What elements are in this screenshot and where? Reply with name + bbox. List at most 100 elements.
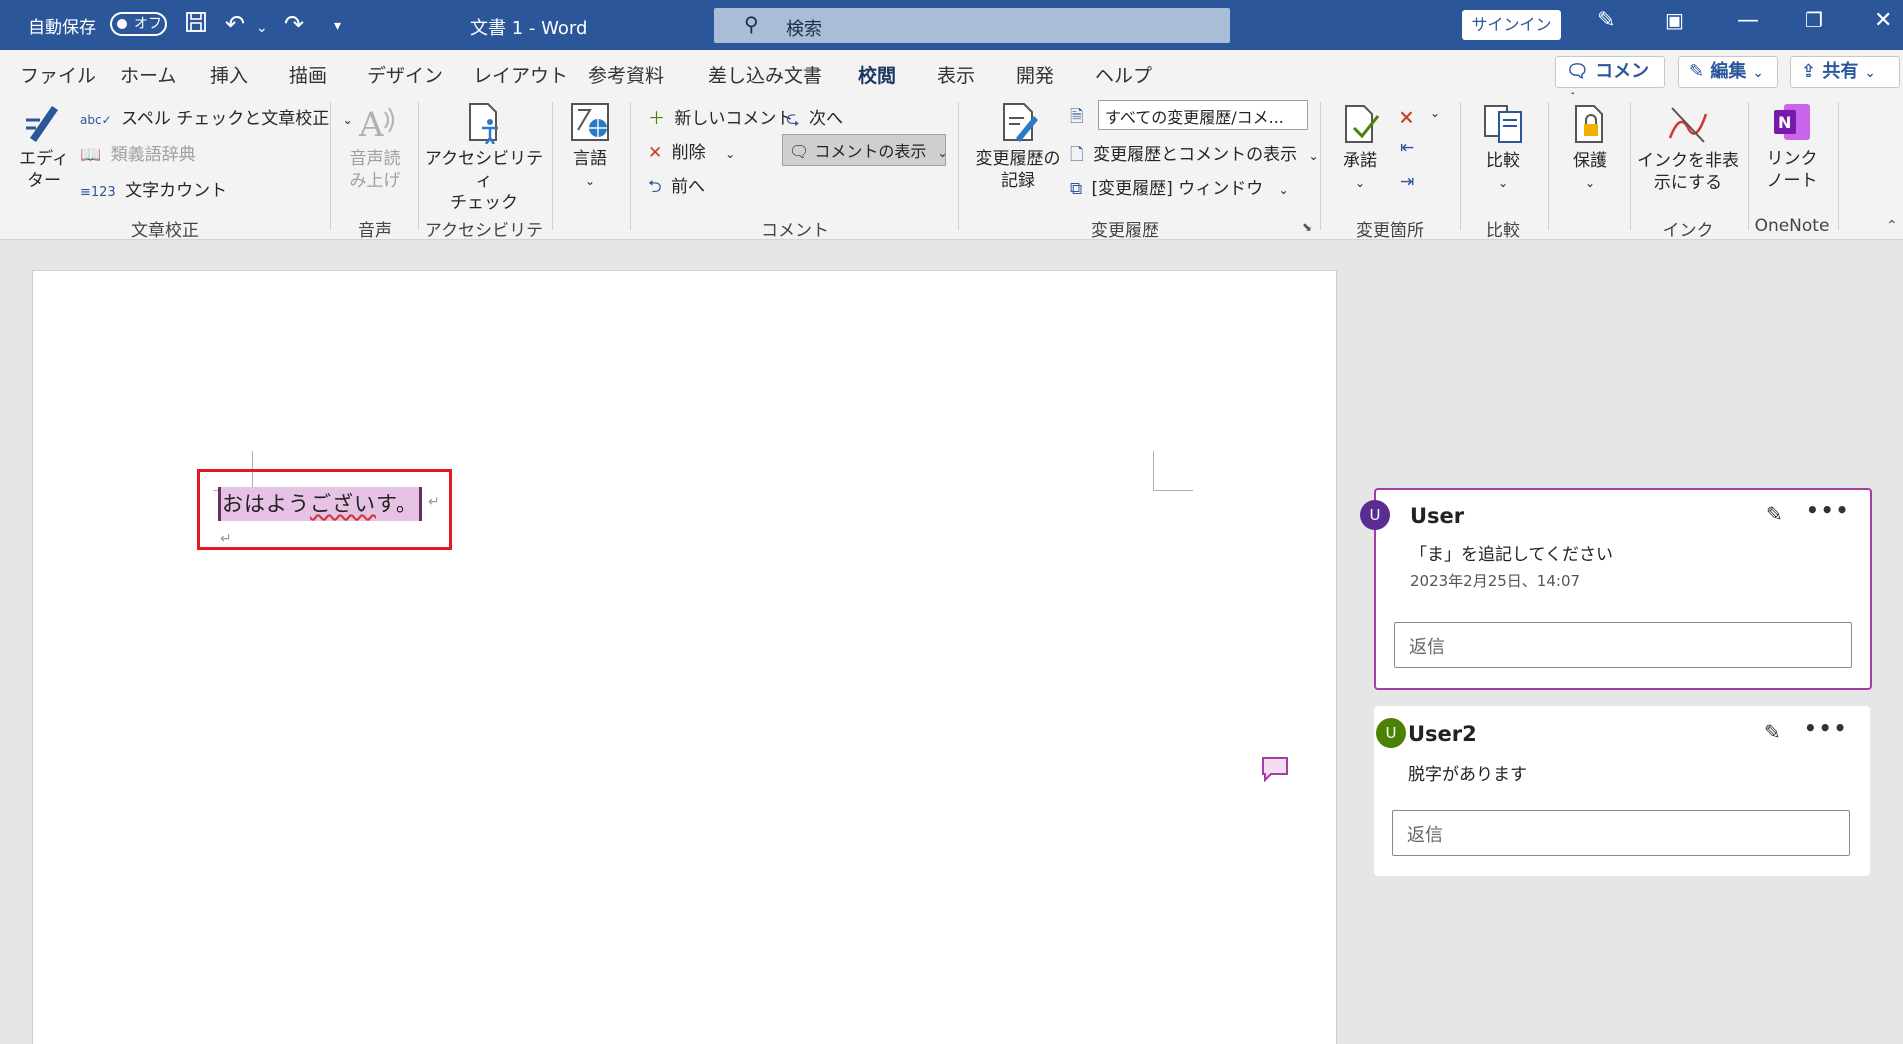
search-box[interactable]: ⚲ 検索 <box>714 8 1230 43</box>
tab-help[interactable]: ヘルプ <box>1095 61 1152 88</box>
share-button[interactable]: ⇪ 共有 ⌄ <box>1790 56 1900 88</box>
more-options-icon[interactable]: ••• <box>1806 498 1850 522</box>
collapse-ribbon-icon[interactable]: ⌃ <box>1886 218 1898 234</box>
redo-icon[interactable]: ↷ <box>284 10 304 38</box>
chevron-down-icon: ⌄ <box>1864 66 1876 81</box>
reply-input[interactable]: 返信 <box>1392 810 1850 856</box>
accept-button[interactable]: 承諾 ⌄ <box>1332 102 1388 194</box>
protect-lock-icon <box>1575 105 1603 143</box>
hide-ink-button[interactable]: インクを非表 示にする <box>1636 102 1740 194</box>
markup-select-value: すべての変更履歴/コメ... <box>1105 108 1284 127</box>
margin-corner-mark <box>1153 451 1193 491</box>
autosave-toggle[interactable]: オフ <box>110 12 167 36</box>
ribbon: エディ ター abc✓ スペル チェックと文章校正 ⌄ 📖 類義語辞典 ≡123… <box>0 94 1903 266</box>
comment-marker-icon[interactable] <box>1261 756 1289 783</box>
read-aloud-button[interactable]: A 音声読 み上げ <box>340 100 410 192</box>
comment-author: User2 <box>1408 722 1477 746</box>
ribbon-display-options-icon[interactable]: ▣ <box>1665 8 1684 32</box>
save-icon[interactable] <box>184 10 208 40</box>
thesaurus-button[interactable]: 📖 類義語辞典 <box>80 140 196 165</box>
markup-select[interactable]: すべての変更履歴/コメ... <box>1098 100 1308 130</box>
track-changes-icon <box>1003 103 1038 142</box>
reject-icon[interactable]: 🗙 <box>1400 104 1413 133</box>
edit-comment-icon[interactable]: ✎ <box>1766 502 1783 526</box>
spell-check-button[interactable]: abc✓ スペル チェックと文章校正 ⌄ <box>80 104 353 129</box>
chevron-down-icon: ⌄ <box>1752 66 1764 81</box>
comment-text: 脱字があります <box>1408 765 1527 785</box>
close-icon[interactable]: ✕ <box>1874 8 1892 33</box>
read-aloud-icon: A <box>358 105 394 144</box>
show-markup-button[interactable]: 🗋 変更履歴とコメントの表示 ⌄ <box>1070 140 1319 171</box>
new-comment-label: 新しいコメント <box>674 109 794 129</box>
comments-button[interactable]: 🗨 コメント <box>1555 56 1665 112</box>
tab-review[interactable]: 校閲 <box>858 61 897 98</box>
accept-icon <box>1345 105 1380 143</box>
tab-layout[interactable]: レイアウト <box>473 61 568 88</box>
editing-mode-button[interactable]: ✎ 編集 ⌄ <box>1678 56 1778 88</box>
search-icon: ⚲ <box>744 12 759 36</box>
tab-view[interactable]: 表示 <box>937 61 975 88</box>
word-count-button[interactable]: ≡123 文字カウント <box>80 176 227 201</box>
ribbon-separator <box>330 102 331 230</box>
tab-home[interactable]: ホーム <box>120 61 176 88</box>
linked-notes-button[interactable]: N リンク ノート <box>1752 100 1832 192</box>
thesaurus-label: 類義語辞典 <box>110 145 196 165</box>
tab-insert[interactable]: 挿入 <box>210 61 248 88</box>
document-title: 文書 1 - Word <box>470 18 588 39</box>
editor-icon <box>26 106 58 142</box>
chevron-down-icon: ⌄ <box>1308 149 1319 163</box>
ribbon-separator <box>418 102 419 230</box>
reviewing-pane-button[interactable]: ⧉ [変更履歴] ウィンドウ ⌄ <box>1070 174 1289 199</box>
editor-label: エディ ター <box>19 149 69 191</box>
edit-comment-icon[interactable]: ✎ <box>1764 720 1781 744</box>
tab-file[interactable]: ファイル <box>20 61 96 88</box>
show-comments-button[interactable]: 🗨 コメントの表示 ⌄ <box>782 134 946 166</box>
group-label-comments: コメント <box>761 221 829 241</box>
accept-label: 承諾 <box>1343 151 1377 171</box>
undo-icon[interactable]: ↶ <box>225 10 245 38</box>
show-markup-icon: 🗋 <box>1070 145 1084 165</box>
tab-references[interactable]: 参考資料 <box>588 61 664 88</box>
group-label-tracking: 変更履歴 <box>1091 221 1159 241</box>
previous-change-icon[interactable]: ⇤ <box>1400 138 1414 158</box>
tab-developer[interactable]: 開発 <box>1016 61 1054 88</box>
next-change-icon[interactable]: ⇥ <box>1400 172 1414 192</box>
minimize-icon[interactable]: — <box>1737 8 1759 33</box>
svg-text:N: N <box>1778 113 1791 132</box>
delete-comment-button[interactable]: ✕ 削除 ⌄ <box>648 138 735 163</box>
tab-mailings[interactable]: 差し込み文書 <box>708 61 822 88</box>
undo-dropdown-icon[interactable]: ⌄ <box>256 14 268 42</box>
signin-button[interactable]: サインイン <box>1462 10 1561 40</box>
dialog-launcher-icon[interactable]: ⬊ <box>1302 220 1312 234</box>
pen-icon[interactable]: ✎ <box>1597 8 1615 33</box>
chevron-down-icon[interactable]: ⌄ <box>1430 106 1440 120</box>
hide-ink-label: インクを非表 示にする <box>1637 151 1739 193</box>
comment-card[interactable]: U User2 ✎ ••• 脱字があります 返信 <box>1374 706 1870 876</box>
tab-design[interactable]: デザイン <box>367 61 443 88</box>
language-button[interactable]: 言語 ⌄ <box>560 100 620 192</box>
new-comment-icon: ＋ <box>648 109 665 129</box>
comment-text: 「ま」を追記してください <box>1410 545 1613 565</box>
protect-button[interactable]: 保護 ⌄ <box>1560 102 1620 194</box>
compare-button[interactable]: 比較 ⌄ <box>1472 102 1534 194</box>
reply-input[interactable]: 返信 <box>1394 622 1852 668</box>
hide-ink-icon <box>1668 107 1708 143</box>
restore-icon[interactable]: ❐ <box>1805 8 1823 32</box>
customize-qat-icon[interactable]: ▾ <box>334 12 341 40</box>
tab-draw[interactable]: 描画 <box>289 61 327 88</box>
accessibility-check-label: アクセシビリティ チェック <box>424 149 544 213</box>
editor-button[interactable]: エディ ター <box>16 100 72 192</box>
document-canvas: おはようございす。 ↵ ↵ U User ✎ ••• 「ま」を追記してください … <box>0 241 1903 1044</box>
more-options-icon[interactable]: ••• <box>1804 716 1848 740</box>
new-comment-button[interactable]: ＋ 新しいコメント <box>648 104 793 129</box>
track-changes-button[interactable]: 変更履歴の 記録 <box>970 100 1066 192</box>
avatar: U <box>1360 500 1390 530</box>
next-comment-button[interactable]: ⮎ 次へ <box>786 104 843 135</box>
comment-date: 2023年2月25日、14:07 <box>1410 572 1581 590</box>
document-page[interactable] <box>32 270 1337 1044</box>
comment-card[interactable]: U User ✎ ••• 「ま」を追記してください 2023年2月25日、14:… <box>1360 488 1872 690</box>
avatar: U <box>1376 718 1406 748</box>
next-comment-icon: ⮎ <box>786 109 800 129</box>
previous-comment-button[interactable]: ⮌ 前へ <box>648 172 705 203</box>
accessibility-check-button[interactable]: アクセシビリティ チェック <box>424 100 544 214</box>
